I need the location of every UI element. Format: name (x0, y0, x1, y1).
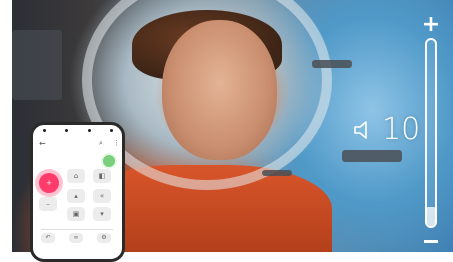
volume-slider-fill (427, 207, 435, 226)
settings-icon[interactable]: ⚙ (97, 233, 111, 243)
home-icon[interactable]: ⌂ (67, 169, 85, 183)
volume-slider[interactable]: + (420, 14, 442, 248)
record-icon[interactable]: ◧ (93, 169, 111, 183)
avatar[interactable] (101, 153, 117, 169)
volume-up-button[interactable]: + (420, 14, 442, 36)
arrow-left-icon[interactable]: ← (39, 139, 46, 148)
volume-slider-track[interactable] (425, 38, 437, 228)
phone-camera-bar (43, 129, 113, 133)
space-debris (262, 170, 292, 176)
down-icon[interactable]: ▾ (93, 207, 111, 221)
phone-remote-control: ← ⌕ ⋮ + ⌂ ◧ ▴ « – ▣ ▾ ↶ ∞ ⚙ (30, 122, 125, 262)
add-button[interactable]: + (39, 173, 59, 193)
remote-button-grid: + ⌂ ◧ ▴ « – ▣ ▾ (39, 169, 119, 225)
volume-down-button[interactable] (424, 240, 438, 243)
minus-icon[interactable]: – (39, 197, 57, 211)
rewind-icon[interactable]: « (93, 189, 111, 203)
link-icon[interactable]: ∞ (69, 233, 83, 243)
space-debris (312, 60, 352, 68)
phone-top-bar: ← ⌕ ⋮ (33, 139, 122, 153)
undo-icon[interactable]: ↶ (41, 233, 55, 243)
speaker-icon (354, 120, 367, 139)
search-icon[interactable]: ⌕ (99, 139, 103, 148)
volume-value: 10 (382, 112, 421, 147)
space-debris (342, 150, 402, 162)
remote-bottom-row: ↶ ∞ ⚙ (41, 233, 113, 245)
divider (41, 229, 113, 230)
volume-indicator: 10 (352, 112, 420, 147)
more-vertical-icon[interactable]: ⋮ (113, 139, 120, 147)
ok-icon[interactable]: ▣ (67, 207, 85, 221)
space-debris (12, 30, 62, 100)
up-icon[interactable]: ▴ (67, 189, 85, 203)
